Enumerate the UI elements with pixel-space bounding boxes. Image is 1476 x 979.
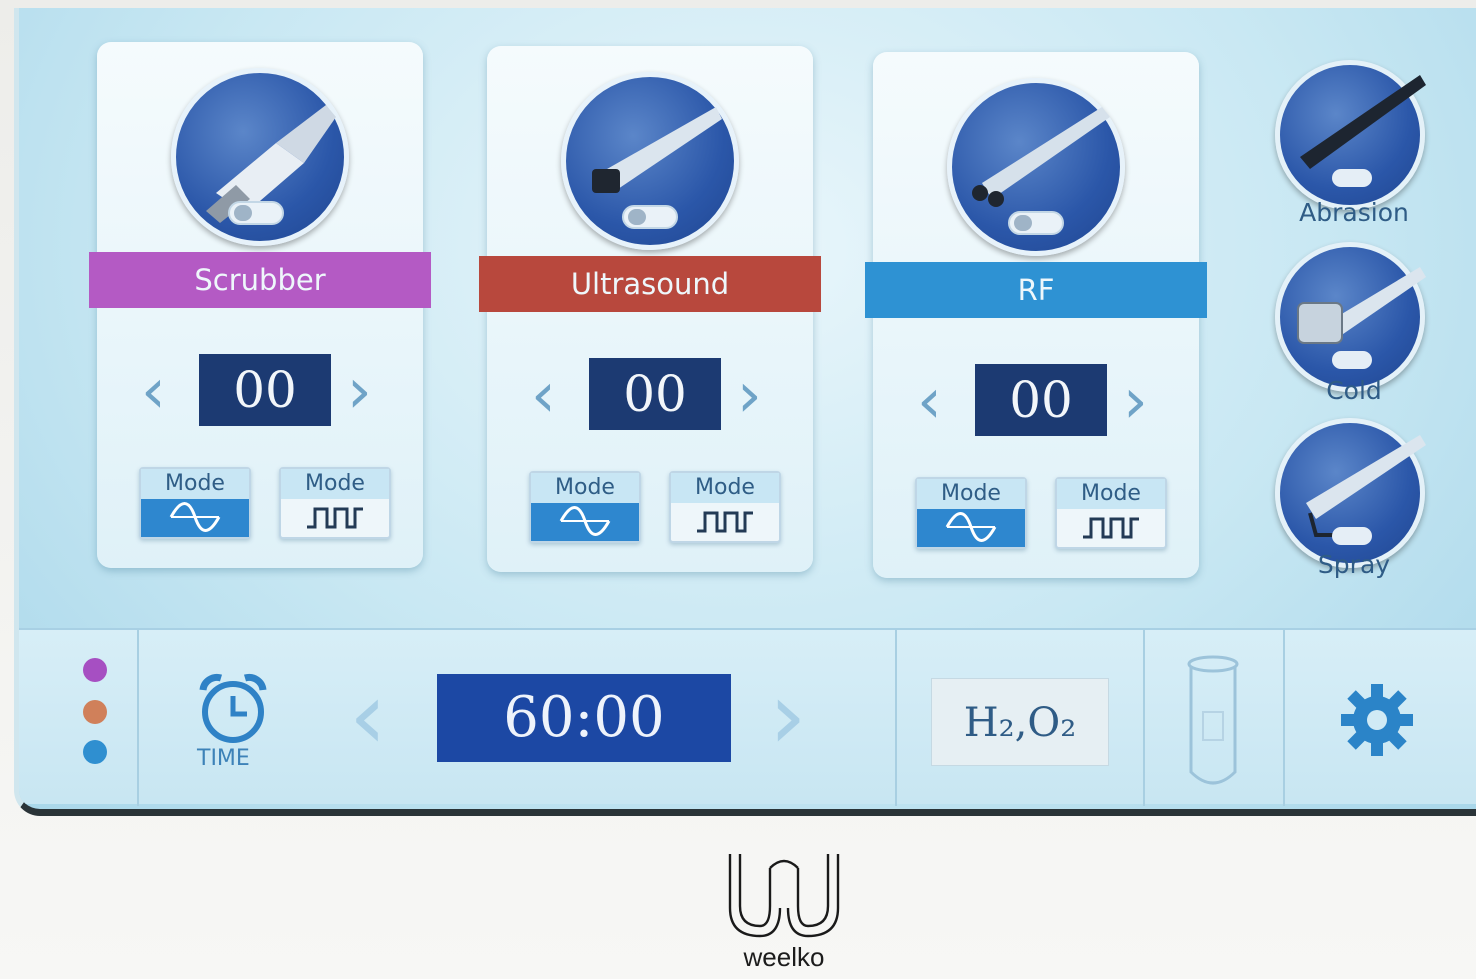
scrubber-toggle[interactable]	[228, 201, 284, 225]
status-dot-orange	[83, 700, 107, 724]
mode-label: Mode	[281, 469, 389, 499]
ultrasound-value: 00	[589, 358, 721, 430]
scrubber-increase-button[interactable]: ›	[347, 360, 372, 422]
divider	[895, 630, 897, 806]
cold-handpiece-button[interactable]	[1275, 242, 1426, 392]
brand-logo	[722, 848, 846, 944]
mode-label: Mode	[1057, 479, 1165, 509]
ultrasound-toggle[interactable]	[622, 205, 678, 229]
ultrasound-mode-square-button[interactable]: Mode	[669, 471, 781, 543]
cold-hammer-handpiece-icon	[1297, 267, 1426, 369]
time-decrease-button[interactable]: ‹	[349, 670, 387, 764]
abrasion-handpiece-button[interactable]	[1275, 60, 1426, 210]
sine-wave-icon	[531, 503, 639, 541]
square-wave-icon	[671, 503, 779, 541]
divider	[137, 630, 139, 806]
rf-value: 00	[975, 364, 1107, 436]
rf-toggle[interactable]	[1008, 211, 1064, 235]
ultrasound-increase-button[interactable]: ›	[737, 364, 762, 426]
rf-title: RF	[865, 262, 1207, 318]
mode-label: Mode	[917, 479, 1025, 509]
mode-label: Mode	[141, 469, 249, 499]
h2-o2-button[interactable]: H₂,O₂	[931, 678, 1109, 766]
scrubber-title: Scrubber	[89, 252, 431, 308]
scrubber-decrease-button[interactable]: ‹	[141, 360, 166, 422]
scrubber-mode-square-button[interactable]: Mode	[279, 467, 391, 539]
divider	[1283, 630, 1285, 806]
ultrasound-mode-sine-button[interactable]: Mode	[529, 471, 641, 543]
rf-mode-square-button[interactable]: Mode	[1055, 477, 1167, 549]
card-rf: RF ‹ 00 › Mode Mode	[865, 52, 1207, 578]
square-wave-icon	[281, 499, 389, 537]
sine-wave-icon	[141, 499, 249, 537]
cold-label: Cold	[1326, 376, 1382, 405]
gear-icon[interactable]	[1337, 680, 1417, 764]
bottom-toolbar: TIME ‹ 60:00 › H₂,O₂	[19, 628, 1476, 806]
card-scrubber: Scrubber ‹ 00 › Mode Mode	[89, 42, 431, 568]
divider	[1143, 630, 1145, 806]
rf-decrease-button[interactable]: ‹	[917, 370, 942, 432]
mode-label: Mode	[531, 473, 639, 503]
timer-display: 60:00	[437, 674, 731, 762]
brand-name: weelko	[743, 942, 825, 972]
test-tube-icon[interactable]	[1185, 654, 1241, 798]
status-dot-blue	[83, 740, 107, 764]
status-dot-purple	[83, 658, 107, 682]
square-wave-icon	[1057, 509, 1165, 547]
rf-mode-sine-button[interactable]: Mode	[915, 477, 1027, 549]
ultrasound-handpiece-button[interactable]	[561, 72, 739, 250]
scrubber-handpiece-button[interactable]	[171, 68, 349, 246]
mode-label: Mode	[671, 473, 779, 503]
abrasion-handpiece-icon	[1300, 75, 1426, 187]
touch-screen: Scrubber ‹ 00 › Mode Mode Ultrasound ‹ 0…	[14, 8, 1476, 816]
rf-increase-button[interactable]: ›	[1123, 370, 1148, 432]
ultrasound-decrease-button[interactable]: ‹	[531, 364, 556, 426]
device-panel: Scrubber ‹ 00 › Mode Mode Ultrasound ‹ 0…	[0, 0, 1476, 979]
alarm-clock-icon[interactable]	[193, 670, 273, 750]
time-increase-button[interactable]: ›	[769, 670, 807, 764]
scrubber-value: 00	[199, 354, 331, 426]
time-label: TIME	[197, 746, 250, 771]
scrubber-mode-sine-button[interactable]: Mode	[139, 467, 251, 539]
spray-handpiece-button[interactable]	[1275, 418, 1426, 568]
spray-label: Spray	[1317, 550, 1391, 579]
rf-handpiece-button[interactable]	[947, 78, 1125, 256]
card-ultrasound: Ultrasound ‹ 00 › Mode Mode	[479, 46, 821, 572]
abrasion-label: Abrasion	[1299, 198, 1409, 227]
sine-wave-icon	[917, 509, 1025, 547]
ultrasound-title: Ultrasound	[479, 256, 821, 312]
